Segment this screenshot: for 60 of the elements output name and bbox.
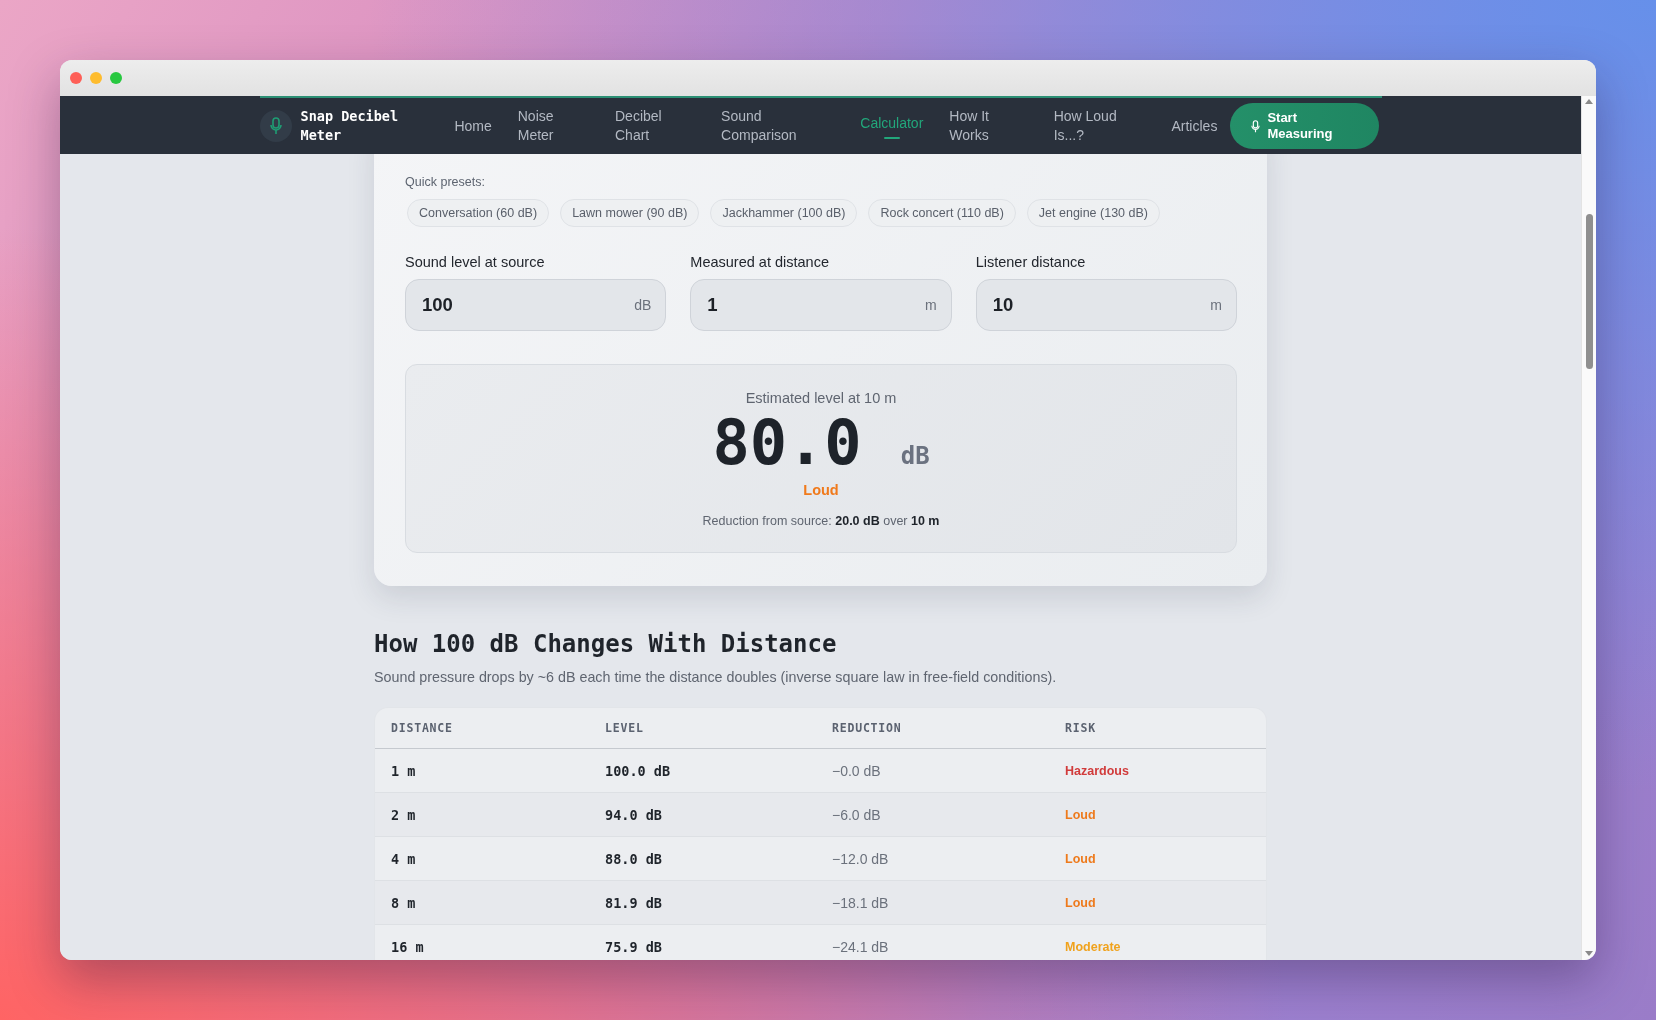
preset-chip[interactable]: Jet engine (130 dB) (1026, 199, 1160, 227)
preset-chip[interactable]: Jackhammer (100 dB) (710, 199, 858, 227)
section-description: Sound pressure drops by ~6 dB each time the distance doubles (inverse square law in free-field conditions). (374, 668, 1058, 687)
table-cell-text: 81.9 dB (604, 893, 663, 912)
table-cell-text: 8 m (390, 893, 417, 912)
column-header: DISTANCE (390, 720, 454, 736)
table-cell-text: 88.0 dB (604, 849, 663, 868)
risk-cell-text: Hazardous (1064, 762, 1130, 780)
table-cell-text: 2 m (390, 805, 417, 824)
table-cell-text: 1 m (390, 761, 417, 780)
table-cell-text: 16 m (390, 937, 425, 956)
preset-chip[interactable]: Lawn mower (90 dB) (560, 199, 700, 227)
table-cell-text: −6.0 dB (831, 805, 882, 824)
column-header: RISK (1064, 720, 1097, 736)
microphone-icon (1251, 119, 1261, 133)
preset-chip[interactable]: Rock concert (110 dB) (868, 199, 1016, 227)
table-cell-text: 75.9 dB (604, 937, 663, 956)
field-label: Sound level at source (405, 253, 546, 272)
noise-category: Loud (803, 481, 839, 500)
nav-link[interactable]: Articles (1158, 116, 1231, 136)
window-close-icon[interactable] (70, 72, 82, 84)
nav-link[interactable]: How Loud Is...? (1040, 107, 1159, 145)
field-label: Listener distance (975, 253, 1087, 272)
unit-label: dB (634, 296, 652, 314)
section-heading: How 100 dB Changes With Distance (374, 629, 838, 660)
table-cell-text: −24.1 dB (831, 937, 890, 956)
microphone-logo-icon[interactable] (259, 110, 292, 142)
table-cell-text: −12.0 dB (831, 849, 890, 868)
result-value: 80.0 (712, 408, 862, 478)
table-cell-text: 94.0 dB (604, 805, 663, 824)
table-cell-text: −0.0 dB (831, 761, 882, 780)
window-zoom-icon[interactable] (110, 72, 122, 84)
scroll-up-icon[interactable] (1585, 99, 1593, 104)
risk-cell-text: Loud (1064, 806, 1097, 824)
table-cell-text: 100.0 dB (604, 761, 672, 780)
brand-name[interactable]: Snap Decibel Meter (300, 107, 401, 145)
unit-label: m (1210, 296, 1222, 314)
nav-link[interactable]: Calculator (847, 113, 937, 139)
risk-cell-text: Moderate (1064, 938, 1122, 956)
result-caption: Estimated level at 10 m (745, 389, 897, 408)
start-measuring-button[interactable]: Start Measuring (1230, 103, 1380, 149)
nav-link[interactable]: Home (441, 116, 505, 136)
nav-link[interactable]: Sound Comparison (708, 107, 848, 145)
table-cell-text: 4 m (390, 849, 417, 868)
result-unit: dB (900, 442, 930, 470)
unit-label: m (925, 296, 937, 314)
presets-label: Quick presets: (405, 174, 486, 190)
reduction-note: Reduction from source: 20.0 dB over 10 m (702, 513, 940, 530)
scroll-down-icon[interactable] (1585, 951, 1593, 956)
field-label: Measured at distance (690, 253, 830, 272)
nav-link[interactable]: Noise Meter (504, 107, 602, 145)
column-header: REDUCTION (831, 720, 903, 736)
nav-link[interactable]: How It Works (936, 107, 1041, 145)
nav-link[interactable]: Decibel Chart (602, 107, 709, 145)
scrollbar-thumb[interactable] (1585, 214, 1593, 369)
preset-chip[interactable]: Conversation (60 dB) (407, 199, 550, 227)
risk-cell-text: Loud (1064, 894, 1097, 912)
risk-cell-text: Loud (1064, 850, 1097, 868)
column-header: LEVEL (604, 720, 645, 736)
table-cell-text: −18.1 dB (831, 893, 890, 912)
